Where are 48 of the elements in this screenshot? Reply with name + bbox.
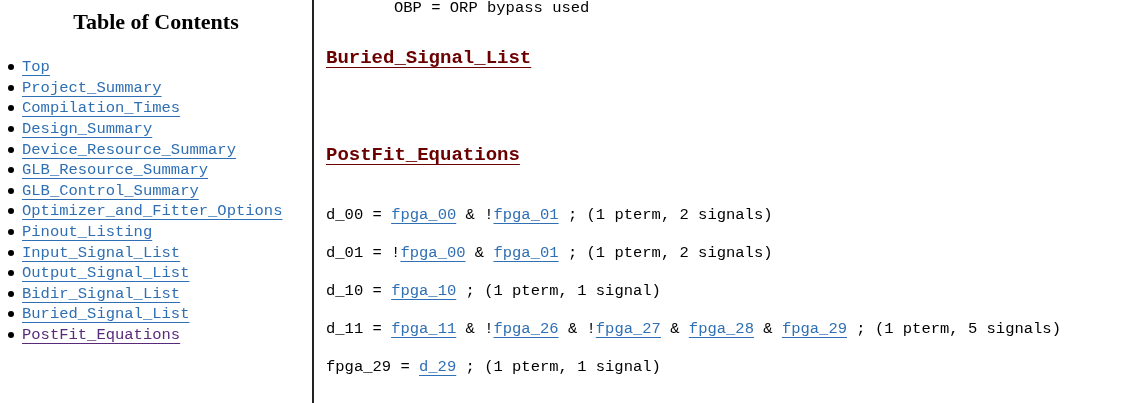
equation: d_11 = fpga_11 & !fpga_26 & !fpga_27 & fpga_28 & fpga_29 ; (1 pterm, 5 signals) bbox=[326, 319, 1061, 339]
bullet-icon bbox=[8, 167, 14, 174]
bullet-icon bbox=[8, 187, 14, 194]
signal-link[interactable]: d_29 bbox=[419, 358, 457, 376]
bullet-icon bbox=[8, 84, 14, 91]
toc-link[interactable]: Buried_Signal_List bbox=[22, 305, 190, 324]
toc-title: Table of Contents bbox=[72, 9, 240, 35]
toc-link[interactable]: Optimizer_and_Fitter_Options bbox=[22, 202, 283, 221]
bullet-icon bbox=[8, 311, 14, 318]
bullet-icon bbox=[8, 126, 14, 133]
signal-link[interactable]: fpga_01 bbox=[493, 206, 559, 224]
toc-link[interactable]: Design_Summary bbox=[22, 120, 153, 139]
toc-link[interactable]: Bidir_Signal_List bbox=[22, 284, 181, 303]
toc-link[interactable]: Top bbox=[22, 58, 50, 77]
toc-link[interactable]: GLB_Resource_Summary bbox=[22, 161, 209, 180]
signal-link[interactable]: fpga_11 bbox=[391, 320, 457, 338]
section-heading: Buried_Signal_List bbox=[326, 46, 532, 70]
bullet-icon bbox=[8, 105, 14, 112]
equation: d_00 = fpga_00 & !fpga_01 ; (1 pterm, 2 signals) bbox=[326, 205, 773, 225]
equation: d_10 = fpga_10 ; (1 pterm, 1 signal) bbox=[326, 281, 661, 301]
toc-link[interactable]: Output_Signal_List bbox=[22, 264, 190, 283]
bullet-icon bbox=[8, 229, 14, 236]
bullet-icon bbox=[8, 208, 14, 215]
toc-link[interactable]: Input_Signal_List bbox=[22, 243, 181, 262]
bullet-icon bbox=[8, 290, 14, 297]
bullet-icon bbox=[8, 249, 14, 256]
signal-link[interactable]: fpga_00 bbox=[400, 244, 466, 262]
bullet-icon bbox=[8, 270, 14, 277]
equation: d_01 = !fpga_00 & fpga_01 ; (1 pterm, 2 signals) bbox=[326, 243, 773, 263]
note-text: OBP = ORP bypass used bbox=[394, 0, 591, 16]
signal-link[interactable]: fpga_00 bbox=[391, 206, 457, 224]
toc-link[interactable]: GLB_Control_Summary bbox=[22, 181, 199, 200]
signal-link[interactable]: fpga_01 bbox=[493, 244, 559, 262]
equation: fpga_29 = d_29 ; (1 pterm, 1 signal) bbox=[326, 357, 661, 377]
section-heading: PostFit_Equations bbox=[326, 143, 520, 167]
toc-link[interactable]: PostFit_Equations bbox=[22, 326, 181, 344]
toc-link[interactable]: Compilation_Times bbox=[22, 99, 181, 118]
signal-link[interactable]: fpga_26 bbox=[493, 320, 559, 338]
toc-link[interactable]: Project_Summary bbox=[22, 78, 162, 97]
toc-link[interactable]: Pinout_Listing bbox=[22, 223, 153, 242]
bullet-icon bbox=[8, 332, 14, 338]
bullet-icon bbox=[8, 146, 14, 153]
signal-link[interactable]: fpga_27 bbox=[595, 320, 661, 338]
bullet-icon bbox=[8, 64, 14, 71]
signal-link[interactable]: fpga_10 bbox=[391, 282, 457, 300]
signal-link[interactable]: fpga_28 bbox=[688, 320, 754, 338]
signal-link[interactable]: fpga_29 bbox=[781, 320, 847, 338]
toc-link[interactable]: Device_Resource_Summary bbox=[22, 140, 236, 159]
